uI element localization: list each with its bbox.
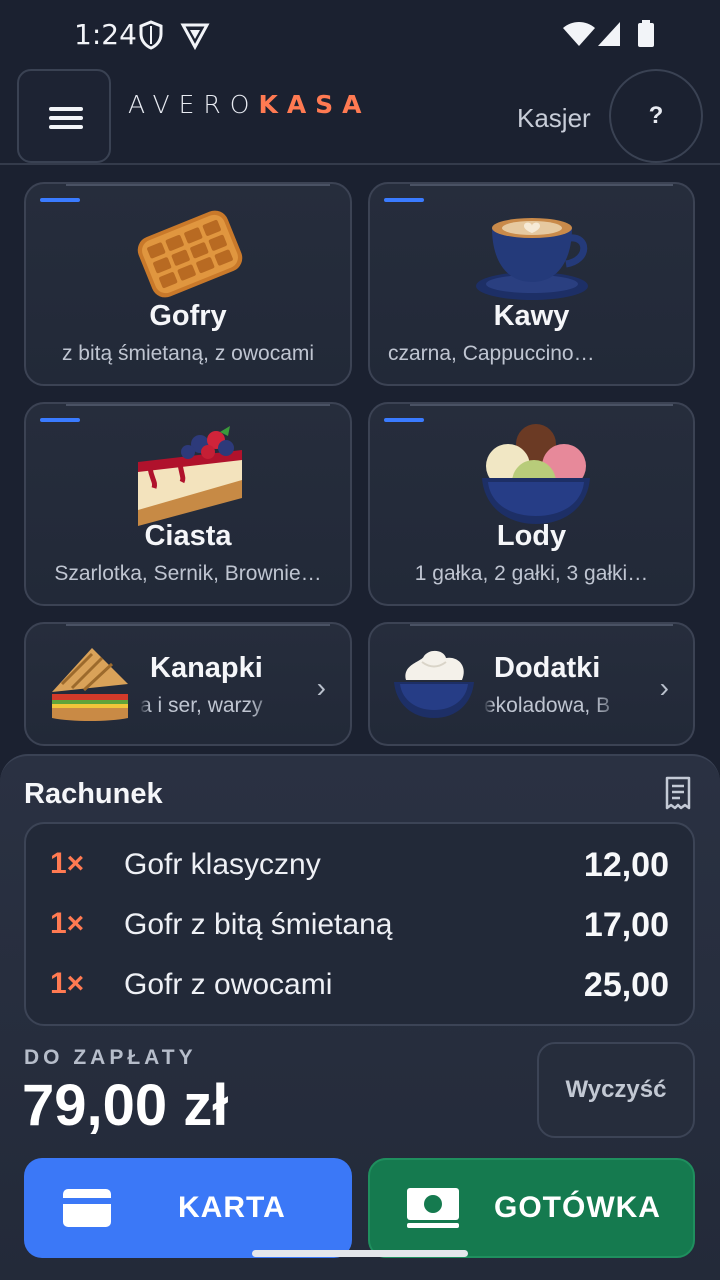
hamburger-icon-line [49, 125, 83, 129]
battery-icon [638, 20, 654, 47]
card-accent [40, 198, 80, 202]
bill-item-row[interactable]: 1× Gofr klasyczny 12,00 [26, 830, 693, 890]
card-top-line [410, 404, 673, 406]
category-card-gofry[interactable]: Gofry z bitą śmietaną, z owocami [24, 182, 352, 386]
credit-card-icon [63, 1189, 111, 1227]
sandwich-icon [52, 648, 128, 721]
help-button[interactable]: ? [609, 69, 703, 163]
app-logo: AVEROKASA [128, 90, 371, 119]
category-title: Kawy [493, 300, 570, 332]
item-name: Gofr z owocami [124, 968, 333, 1001]
ice-cream-bowl-icon [482, 424, 590, 524]
card-accent [384, 198, 424, 202]
category-card-dodatki[interactable]: Dodatki ekoladowa, B › [368, 622, 695, 746]
chevron-right-icon: › [659, 672, 669, 703]
amount-due-label: DO ZAPŁATY [24, 1046, 197, 1069]
card-top-line [410, 184, 673, 186]
status-time: 1:24 [74, 18, 137, 51]
pay-cash-label: GOTÓWKA [494, 1191, 661, 1224]
clear-button[interactable]: Wyczyść [537, 1042, 695, 1138]
signal-icon [598, 22, 620, 46]
hamburger-icon [49, 107, 83, 111]
category-subtitle: z bitą śmietaną, z owocami [61, 342, 315, 365]
bill-items-list: 1× Gofr klasyczny 12,00 1× Gofr z bitą ś… [24, 822, 695, 1026]
status-bar: 1:24 [0, 0, 720, 68]
bill-item-row[interactable]: 1× Gofr z bitą śmietaną 17,00 [26, 890, 693, 950]
hamburger-icon-line [49, 116, 83, 120]
item-price: 12,00 [583, 846, 669, 884]
logo-part1: AVERO [128, 90, 259, 119]
card-top-line [410, 624, 673, 626]
category-card-lody[interactable]: Lody 1 gałka, 2 gałki, 3 gałki… [368, 402, 695, 606]
category-card-kanapki[interactable]: Kanapki a i ser, warzy › [24, 622, 352, 746]
item-name: Gofr z bitą śmietaną [124, 908, 393, 941]
whipped-cream-icon [394, 650, 474, 718]
cheesecake-icon [138, 426, 242, 526]
card-top-line [66, 624, 330, 626]
receipt-icon[interactable] [664, 776, 692, 810]
app-bar: AVEROKASA Kasjer ? [0, 68, 720, 165]
amount-due-value: 79,00 zł [22, 1073, 229, 1138]
category-title: Ciasta [144, 520, 232, 552]
category-card-ciasta[interactable]: Ciasta Szarlotka, Sernik, Brownie… [24, 402, 352, 606]
pay-card-label: KARTA [178, 1191, 286, 1224]
bill-title: Rachunek [24, 778, 163, 810]
category-title: Lody [496, 520, 567, 552]
category-title: Gofry [149, 300, 227, 332]
home-indicator[interactable] [252, 1250, 468, 1257]
category-subtitle: ekoladowa, B [484, 694, 611, 717]
bill-item-row[interactable]: 1× Gofr z owocami 25,00 [26, 950, 693, 1010]
item-price: 25,00 [583, 966, 669, 1004]
card-accent [384, 418, 424, 422]
logo-part2: KASA [258, 90, 371, 119]
item-price: 17,00 [583, 906, 669, 944]
wifi-icon [563, 22, 595, 46]
cash-icon [407, 1188, 459, 1228]
pay-cash-button[interactable]: GOTÓWKA [368, 1158, 695, 1258]
category-subtitle: Szarlotka, Sernik, Brownie… [54, 562, 322, 585]
card-top-line [66, 404, 330, 406]
vpn-icon [180, 23, 210, 50]
category-subtitle: czarna, Cappuccino… [388, 342, 595, 365]
category-subtitle: 1 gałka, 2 gałki, 3 gałki… [414, 562, 649, 585]
shield-icon [139, 20, 163, 50]
item-quantity: 1× [50, 907, 85, 940]
item-name: Gofr klasyczny [124, 848, 321, 881]
user-role: Kasjer [517, 103, 591, 133]
card-top-line [66, 184, 330, 186]
category-subtitle: a i ser, warzy [140, 694, 263, 717]
category-card-kawy[interactable]: Kawy czarna, Cappuccino… [368, 182, 695, 386]
item-quantity: 1× [50, 847, 85, 880]
menu-button[interactable] [17, 69, 111, 163]
pay-card-button[interactable]: KARTA [24, 1158, 352, 1258]
waffle-icon [137, 210, 243, 298]
card-accent [40, 418, 80, 422]
coffee-cup-icon [476, 218, 588, 300]
bill-panel: Rachunek 1× Gofr klasyczny 12,00 1× Gofr… [0, 754, 720, 1280]
chevron-right-icon: › [316, 672, 326, 703]
item-quantity: 1× [50, 967, 85, 1000]
